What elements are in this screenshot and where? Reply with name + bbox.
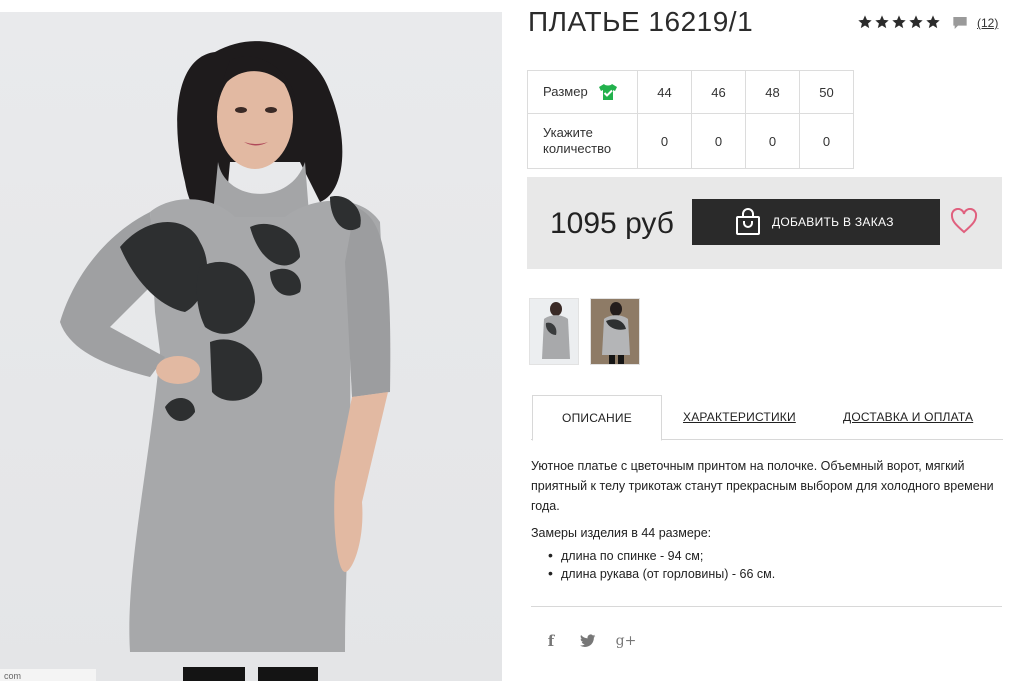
google-plus-share-icon[interactable]: g+ [615, 632, 637, 650]
measures-list: длина по спинке - 94 см; длина рукава (о… [548, 547, 775, 583]
tab-characteristics[interactable]: ХАРАКТЕРИСТИКИ [683, 395, 796, 440]
size-option: 50 [799, 70, 854, 114]
facebook-share-icon[interactable]: f [540, 632, 562, 650]
size-option: 44 [637, 70, 692, 114]
size-quantity-table: Размер 44 46 48 50 Укажите количество 0 … [527, 70, 854, 169]
product-price: 1095 руб [550, 207, 674, 240]
star-icon [926, 15, 940, 29]
star-icon [892, 15, 906, 29]
quantity-input[interactable]: 0 [691, 113, 746, 169]
quantity-label: Укажите количество [527, 113, 638, 169]
add-to-order-label: ДОБАВИТЬ В ЗАКАЗ [772, 215, 894, 229]
comment-icon[interactable] [952, 15, 968, 31]
size-label: Размер [543, 84, 588, 99]
buy-panel: 1095 руб ДОБАВИТЬ В ЗАКАЗ [527, 177, 1002, 269]
divider [531, 606, 1002, 607]
list-item: длина рукава (от горловины) - 66 см. [548, 565, 775, 583]
reviews-count-link[interactable]: (12) [977, 16, 998, 30]
product-title: ПЛАТЬЕ 16219/1 [528, 6, 754, 37]
thumbnail-front[interactable] [529, 298, 579, 365]
product-description: Уютное платье с цветочным принтом на пол… [531, 459, 994, 513]
quantity-input[interactable]: 0 [799, 113, 854, 169]
size-label-cell: Размер [527, 70, 638, 114]
star-icon [858, 15, 872, 29]
product-main-photo[interactable]: com [0, 12, 502, 681]
tab-description[interactable]: ОПИСАНИЕ [532, 395, 662, 441]
quantity-input[interactable]: 0 [745, 113, 800, 169]
product-info-tabs: ОПИСАНИЕ ХАРАКТЕРИСТИКИ ДОСТАВКА И ОПЛАТ… [531, 395, 1003, 441]
add-to-order-button[interactable]: ДОБАВИТЬ В ЗАКАЗ [692, 199, 940, 245]
star-icon [875, 15, 889, 29]
thumbnail-illustration [542, 302, 570, 359]
thumbnail-illustration [591, 299, 639, 364]
photo-watermark-caption: com [0, 669, 96, 681]
twitter-share-icon[interactable] [577, 632, 599, 650]
shopping-bag-icon [736, 208, 760, 235]
tab-delivery-payment[interactable]: ДОСТАВКА И ОПЛАТА [843, 395, 973, 440]
thumbnail-back[interactable] [590, 298, 640, 365]
size-chart-shirt-icon[interactable] [598, 83, 618, 101]
heart-icon[interactable] [950, 208, 978, 234]
star-icon [909, 15, 923, 29]
product-rating[interactable]: (12) [857, 13, 998, 31]
list-item: длина по спинке - 94 см; [548, 547, 775, 565]
twitter-bird-icon [580, 634, 596, 647]
quantity-input[interactable]: 0 [637, 113, 692, 169]
measures-title: Замеры изделия в 44 размере: [531, 526, 712, 540]
size-option: 48 [745, 70, 800, 114]
size-option: 46 [691, 70, 746, 114]
model-photo-illustration [60, 41, 391, 681]
